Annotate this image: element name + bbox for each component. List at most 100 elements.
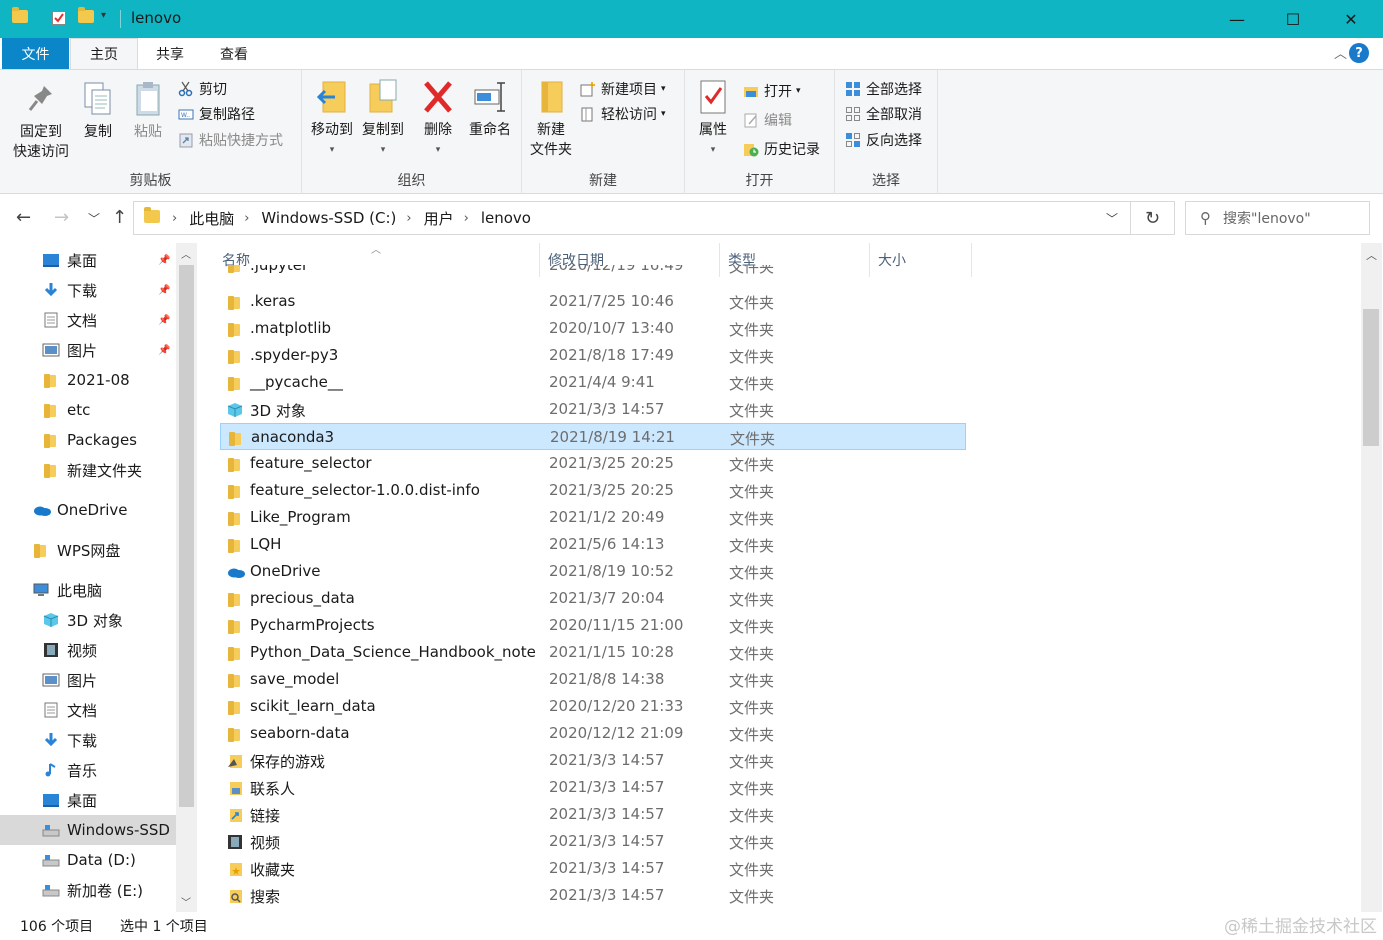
new-folder-button[interactable]: 新建 文件夹 [526, 78, 576, 160]
file-row[interactable]: .matplotlib 2020/10/7 13:40 文件夹 [220, 315, 966, 342]
open-button[interactable]: 打开 ▾ [743, 80, 801, 102]
tab-view[interactable]: 查看 [203, 38, 265, 69]
scroll-up-icon[interactable]: ︿ [1366, 247, 1377, 263]
tab-home[interactable]: 主页 [70, 38, 138, 69]
file-row[interactable]: 3D 对象 2021/3/3 14:57 文件夹 [220, 396, 966, 423]
file-row[interactable]: Like_Program 2021/1/2 20:49 文件夹 [220, 504, 966, 531]
nav-item[interactable]: 音乐 [0, 755, 176, 785]
file-list-scrollbar[interactable]: ︿ [1361, 243, 1382, 912]
nav-item[interactable]: 视频 [0, 635, 176, 665]
select-none-button[interactable]: 全部取消 [845, 103, 922, 125]
properties-button[interactable]: 属性 ▾ [691, 78, 735, 160]
nav-item[interactable]: 文档 📌 [0, 305, 176, 335]
nav-item[interactable]: 桌面 [0, 785, 176, 815]
collapse-ribbon-icon[interactable]: ︿ [1334, 43, 1347, 62]
file-row[interactable]: OneDrive 2021/8/19 10:52 文件夹 [220, 558, 966, 585]
breadcrumb-users[interactable]: 用户 [424, 208, 454, 229]
file-row[interactable]: save_model 2021/8/8 14:38 文件夹 [220, 666, 966, 693]
customize-quick-access-icon[interactable]: ▾ [101, 10, 106, 21]
nav-item[interactable]: Windows-SSD ( [0, 815, 176, 845]
nav-item[interactable]: 图片 📌 [0, 335, 176, 365]
nav-scroll-down-icon[interactable]: ﹀ [181, 894, 191, 909]
file-row[interactable]: 视频 2021/3/3 14:57 文件夹 [220, 828, 966, 855]
nav-scroll-up-icon[interactable]: ︿ [181, 246, 191, 261]
nav-scroll-thumb[interactable] [179, 265, 194, 807]
breadcrumb-separator-icon[interactable]: › [464, 211, 469, 226]
copy-button[interactable]: 复制 [78, 80, 118, 142]
nav-item[interactable]: 新建文件夹 [0, 455, 176, 485]
history-button[interactable]: 历史记录 [743, 138, 820, 160]
tab-share[interactable]: 共享 [139, 38, 201, 69]
paste-shortcut-button[interactable]: 粘贴快捷方式 [178, 129, 283, 151]
copy-path-button[interactable]: W.. 复制路径 [178, 103, 255, 125]
file-row[interactable]: precious_data 2021/3/7 20:04 文件夹 [220, 585, 966, 612]
select-all-button[interactable]: 全部选择 [845, 78, 922, 100]
file-row[interactable]: anaconda3 2021/8/19 14:21 文件夹 [220, 423, 966, 450]
nav-item[interactable]: 新加卷 (E:) [0, 875, 176, 905]
breadcrumb-separator-icon[interactable]: › [406, 211, 411, 226]
invert-selection-button[interactable]: 反向选择 [845, 129, 922, 151]
file-row[interactable]: 搜索 2021/3/3 14:57 文件夹 [220, 882, 966, 909]
delete-button[interactable]: 删除 ▾ [418, 78, 458, 160]
address-bar[interactable]: › 此电脑 › Windows-SSD (C:) › 用户 › lenovo ﹀ [133, 201, 1131, 235]
file-row[interactable]: feature_selector 2021/3/25 20:25 文件夹 [220, 450, 966, 477]
nav-item[interactable]: 3D 对象 [0, 605, 176, 635]
new-folder-quick-icon[interactable] [78, 7, 94, 27]
file-row[interactable]: Python_Data_Science_Handbook_note 2021/1/… [220, 639, 966, 666]
refresh-button[interactable]: ↻ [1131, 201, 1175, 235]
file-row[interactable]: seaborn-data 2020/12/12 21:09 文件夹 [220, 720, 966, 747]
nav-item[interactable]: WPS网盘 [0, 535, 176, 565]
breadcrumb-separator-icon[interactable]: › [244, 211, 249, 226]
nav-item[interactable]: 文档 [0, 695, 176, 725]
search-input[interactable]: ⚲ 搜索"lenovo" [1185, 201, 1370, 235]
back-arrow-icon[interactable]: ← [16, 207, 31, 228]
nav-item[interactable]: OneDrive [0, 495, 176, 525]
file-row[interactable]: scikit_learn_data 2020/12/20 21:33 文件夹 [220, 693, 966, 720]
file-row[interactable]: 链接 2021/3/3 14:57 文件夹 [220, 801, 966, 828]
file-row[interactable]: .spyder-py3 2021/8/18 17:49 文件夹 [220, 342, 966, 369]
file-row[interactable]: .jupyter 2020/12/19 16:49 文件夹 [220, 265, 966, 279]
nav-item[interactable]: Data (D:) [0, 845, 176, 875]
breadcrumb-separator-icon[interactable]: › [172, 211, 177, 226]
file-row[interactable]: 收藏夹 2021/3/3 14:57 文件夹 [220, 855, 966, 882]
up-arrow-icon[interactable]: ↑ [112, 207, 127, 228]
address-dropdown-chevron-icon[interactable]: ﹀ [1106, 210, 1118, 227]
scroll-thumb[interactable] [1363, 309, 1379, 446]
nav-item[interactable]: 桌面 📌 [0, 245, 176, 275]
nav-item[interactable]: etc [0, 395, 176, 425]
nav-item[interactable]: 图片 [0, 665, 176, 695]
nav-item[interactable]: 下载 📌 [0, 275, 176, 305]
paste-button[interactable]: 粘贴 [128, 80, 168, 142]
recent-locations-chevron-icon[interactable]: ﹀ [88, 210, 100, 227]
tab-file[interactable]: 文件 [2, 38, 69, 69]
nav-item[interactable]: 下载 [0, 725, 176, 755]
rename-button[interactable]: 重命名 [464, 78, 516, 140]
maximize-button[interactable]: ☐ [1264, 0, 1322, 38]
pin-to-quick-access-button[interactable]: 固定到 快速访问 [8, 80, 74, 162]
nav-item[interactable]: 此电脑 [0, 575, 176, 605]
file-row[interactable]: 保存的游戏 2021/3/3 14:57 文件夹 [220, 747, 966, 774]
nav-item[interactable]: Packages [0, 425, 176, 455]
move-to-button[interactable]: 移动到 ▾ [306, 78, 358, 160]
breadcrumb-this-pc[interactable]: 此电脑 [189, 208, 234, 229]
file-row[interactable]: LQH 2021/5/6 14:13 文件夹 [220, 531, 966, 558]
file-row[interactable]: feature_selector-1.0.0.dist-info 2021/3/2… [220, 477, 966, 504]
file-row[interactable]: 联系人 2021/3/3 14:57 文件夹 [220, 774, 966, 801]
help-icon[interactable]: ? [1349, 43, 1369, 63]
file-row[interactable]: .keras 2021/7/25 10:46 文件夹 [220, 288, 966, 315]
nav-item[interactable]: 2021-08 [0, 365, 176, 395]
nav-scrollbar[interactable]: ︿ ﹀ [176, 243, 197, 912]
minimize-button[interactable]: — [1208, 0, 1266, 38]
folder-app-icon[interactable] [12, 7, 28, 27]
breadcrumb-lenovo[interactable]: lenovo [481, 209, 531, 227]
file-row[interactable]: __pycache__ 2021/4/4 9:41 文件夹 [220, 369, 966, 396]
file-row[interactable]: PycharmProjects 2020/11/15 21:00 文件夹 [220, 612, 966, 639]
properties-quick-icon[interactable] [52, 11, 66, 25]
easy-access-button[interactable]: 轻松访问 ▾ [580, 103, 666, 125]
new-item-button[interactable]: 新建项目 ▾ [580, 78, 666, 100]
breadcrumb-drive[interactable]: Windows-SSD (C:) [261, 209, 396, 227]
forward-arrow-icon[interactable]: → [54, 207, 69, 228]
copy-to-button[interactable]: 复制到 ▾ [358, 78, 408, 160]
cut-button[interactable]: 剪切 [178, 78, 227, 100]
close-button[interactable]: ✕ [1322, 0, 1380, 38]
